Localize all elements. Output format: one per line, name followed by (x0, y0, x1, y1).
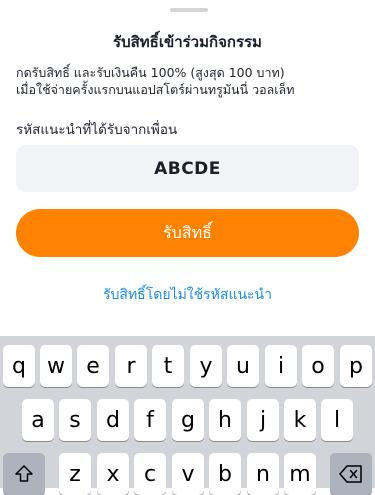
shift-key[interactable] (3, 453, 45, 495)
delete-key[interactable] (330, 453, 372, 495)
key-n[interactable]: n (247, 453, 279, 495)
delete-icon (339, 465, 363, 483)
referral-code-label: รหัสแนะนำที่ได้รับจากเพื่อน (16, 122, 178, 138)
key-a[interactable]: a (22, 399, 54, 441)
key-g[interactable]: g (172, 399, 204, 441)
key-h[interactable]: h (209, 399, 241, 441)
bottom-sheet: รับสิทธิ์เข้าร่วมกิจกรรม กดรับสิทธิ์ และ… (0, 0, 375, 336)
shift-icon (14, 464, 34, 484)
key-y[interactable]: y (190, 345, 222, 387)
key-c[interactable]: c (134, 453, 166, 495)
key-i[interactable]: i (265, 345, 297, 387)
key-f[interactable]: f (134, 399, 166, 441)
key-m[interactable]: m (284, 453, 316, 495)
sheet-grabber[interactable] (170, 8, 208, 12)
description-line-2: เมื่อใช้จ่ายครั้งแรกบนแอปสโตร์ผ่านทรูมัน… (16, 82, 295, 97)
key-z[interactable]: z (59, 453, 91, 495)
key-e[interactable]: e (77, 345, 109, 387)
claim-button[interactable]: รับสิทธิ์ (16, 209, 359, 257)
key-j[interactable]: j (247, 399, 279, 441)
key-d[interactable]: d (97, 399, 129, 441)
key-b[interactable]: b (209, 453, 241, 495)
key-v[interactable]: v (172, 453, 204, 495)
key-t[interactable]: t (152, 345, 184, 387)
key-p[interactable]: p (340, 345, 372, 387)
key-q[interactable]: q (3, 345, 35, 387)
sheet-description: กดรับสิทธิ์ และรับเงินคืน 100% (สูงสุด 1… (16, 64, 359, 98)
sheet-title: รับสิทธิ์เข้าร่วมกิจกรรม (113, 33, 262, 51)
on-screen-keyboard: q w e r t y u i o p a s d f g h j k l z … (0, 336, 375, 495)
key-w[interactable]: w (40, 345, 72, 387)
key-o[interactable]: o (302, 345, 334, 387)
claim-without-code-link[interactable]: รับสิทธิ์โดยไม่ใช้รหัสแนะนำ (0, 284, 375, 306)
referral-code-input[interactable] (16, 145, 359, 192)
key-u[interactable]: u (227, 345, 259, 387)
description-line-1: กดรับสิทธิ์ และรับเงินคืน 100% (สูงสุด 1… (16, 65, 285, 80)
key-l[interactable]: l (321, 399, 353, 441)
key-r[interactable]: r (115, 345, 147, 387)
key-k[interactable]: k (284, 399, 316, 441)
key-x[interactable]: x (97, 453, 129, 495)
key-s[interactable]: s (59, 399, 91, 441)
